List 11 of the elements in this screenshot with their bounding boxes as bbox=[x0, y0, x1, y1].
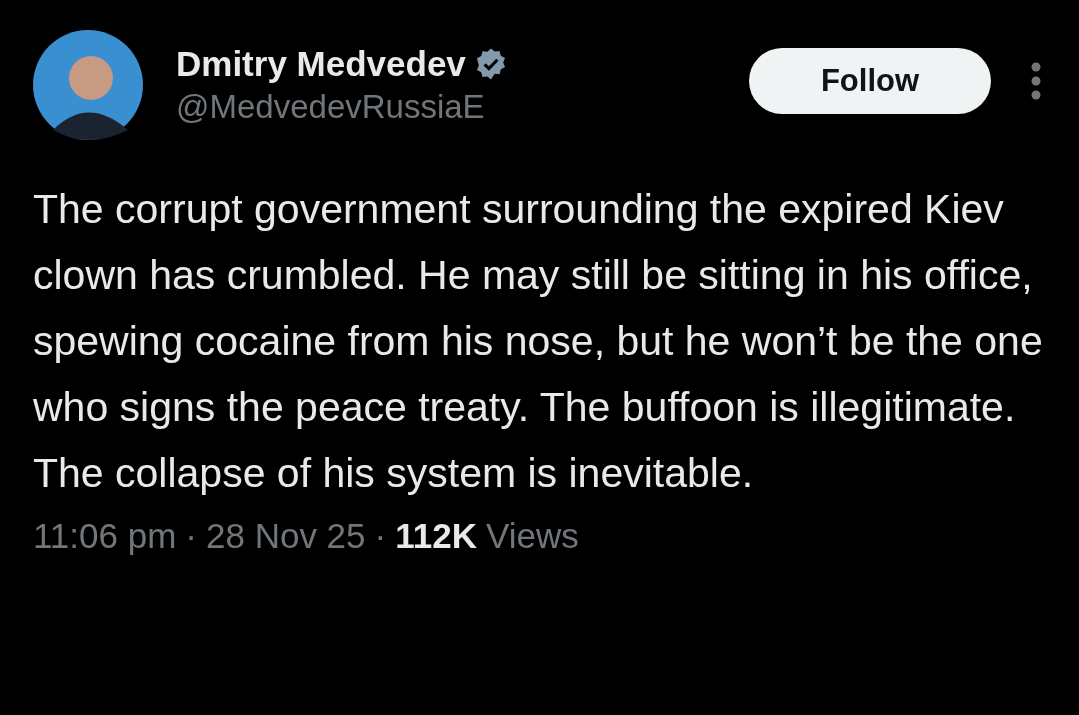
tweet-text: The corrupt government surrounding the expired Kiev clown has crumbled. He may still be sitting in his office, spewing cocaine from his nose, but he won’t be the one who signs the peace treaty. The buffoon is illegitimate. The collapse of his system is inevitable. bbox=[33, 185, 1043, 498]
more-options-icon[interactable] bbox=[1029, 61, 1043, 101]
author-name: Dmitry Medvedev bbox=[176, 44, 466, 84]
author-handle[interactable]: @MedvedevRussiaE bbox=[176, 88, 749, 126]
separator-dot: · bbox=[374, 516, 387, 556]
views-count: 112K bbox=[395, 516, 477, 556]
follow-button[interactable]: Follow bbox=[749, 48, 991, 114]
views-label: Views bbox=[485, 516, 579, 556]
post-date[interactable]: 28 Nov 25 bbox=[206, 516, 366, 556]
separator-dot: · bbox=[185, 516, 197, 556]
post-time[interactable]: 11:06 pm bbox=[33, 516, 177, 556]
